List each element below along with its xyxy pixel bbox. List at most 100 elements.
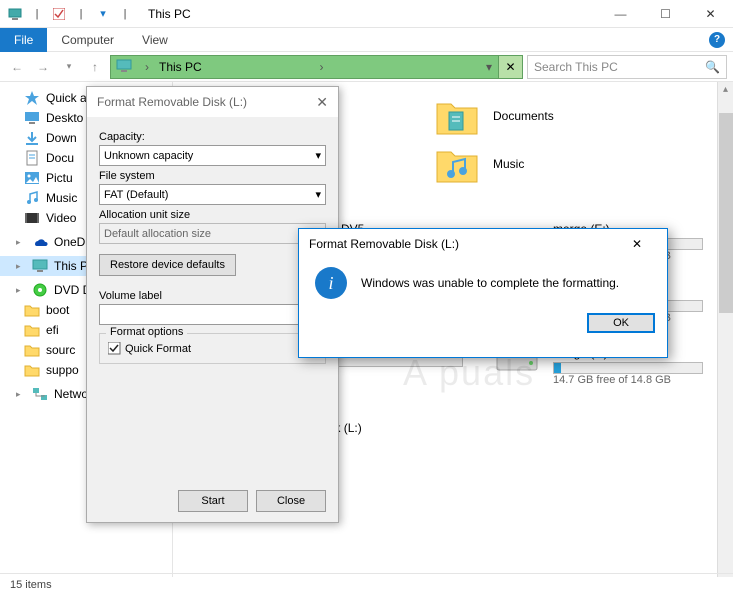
sidebar-item-label: boot: [46, 303, 69, 317]
back-button[interactable]: ←: [6, 56, 28, 78]
navigation-bar: ← → ▾ ↑ › This PC › ▾ ✕ Search This PC 🔍: [0, 52, 733, 82]
pc-icon: [32, 258, 48, 274]
help-icon[interactable]: ?: [709, 32, 725, 48]
chevron-right-icon[interactable]: ›: [139, 60, 155, 74]
allocation-select[interactable]: Default allocation size: [99, 223, 326, 244]
checkbox-checked-icon: [108, 342, 121, 355]
drive-capacity: 14.7 GB free of 14.8 GB: [553, 374, 703, 386]
tab-view[interactable]: View: [128, 29, 182, 51]
format-options-title: Format options: [106, 326, 187, 338]
folder-name: Documents: [493, 109, 554, 123]
address-bar[interactable]: › This PC › ▾ ✕: [110, 55, 523, 79]
capacity-bar: [553, 362, 703, 374]
music-icon: [24, 190, 40, 206]
start-button[interactable]: Start: [178, 490, 248, 512]
titlebar: | | ▾ | This PC — ☐ ✕: [0, 0, 733, 28]
window-controls: — ☐ ✕: [598, 0, 733, 28]
sidebar-item-label: efi: [46, 323, 59, 337]
divider: |: [28, 5, 46, 23]
capacity-select[interactable]: Unknown capacity▾: [99, 145, 326, 166]
sidebar-item-label: Music: [46, 191, 77, 205]
folder-icon: [24, 322, 40, 338]
format-dialog-title: Format Removable Disk (L:) ✕: [87, 87, 338, 117]
dropdown-icon[interactable]: ▾: [94, 5, 112, 23]
maximize-button[interactable]: ☐: [643, 0, 688, 28]
doc-icon: [24, 150, 40, 166]
chevron-right-icon: ▸: [16, 261, 26, 272]
video-icon: [24, 210, 40, 226]
folder-icon: [433, 140, 481, 188]
volume-label-label: Volume label: [99, 290, 326, 302]
chevron-right-icon: ▸: [16, 237, 26, 248]
status-bar: 15 items: [0, 573, 733, 595]
item-count: 15 items: [10, 579, 52, 591]
chevron-down-icon: ▾: [315, 149, 321, 162]
tab-computer[interactable]: Computer: [47, 29, 128, 51]
scrollbar-thumb[interactable]: [719, 113, 733, 313]
search-input[interactable]: Search This PC 🔍: [527, 55, 727, 79]
folder-item[interactable]: Music: [433, 140, 653, 188]
close-button[interactable]: Close: [256, 490, 326, 512]
chevron-right-icon[interactable]: ›: [313, 60, 329, 74]
sidebar-item-label: Docu: [46, 151, 74, 165]
format-options-group: Format options Quick Format: [99, 333, 326, 364]
divider: |: [116, 5, 134, 23]
minimize-button[interactable]: —: [598, 0, 643, 28]
error-message: Windows was unable to complete the forma…: [361, 276, 619, 290]
error-dialog-titlebar: Format Removable Disk (L:) ✕: [299, 229, 667, 259]
desktop-icon: [24, 110, 40, 126]
forward-button[interactable]: →: [32, 56, 54, 78]
ribbon: File Computer View ?: [0, 28, 733, 52]
ok-button[interactable]: OK: [587, 313, 655, 333]
close-icon[interactable]: ✕: [316, 94, 328, 111]
refresh-button[interactable]: ✕: [498, 56, 522, 78]
divider: |: [72, 5, 90, 23]
quick-access-toolbar: | | ▾ |: [0, 5, 140, 23]
restore-defaults-button[interactable]: Restore device defaults: [99, 254, 236, 276]
filesystem-label: File system: [99, 170, 326, 182]
star-icon: [24, 90, 40, 106]
recent-dropdown[interactable]: ▾: [58, 56, 80, 78]
checkbox-icon[interactable]: [50, 5, 68, 23]
network-icon: [32, 386, 48, 402]
sidebar-item-label: suppo: [46, 363, 79, 377]
quick-format-checkbox[interactable]: Quick Format: [108, 342, 317, 355]
sidebar-item-label: Pictu: [46, 171, 73, 185]
scrollbar[interactable]: ▴: [717, 82, 733, 577]
error-dialog-title: Format Removable Disk (L:): [309, 237, 459, 251]
window-title: This PC: [140, 7, 598, 21]
sidebar-item-label: Video: [46, 211, 76, 225]
chevron-down-icon: ▾: [315, 188, 321, 201]
sidebar-item-label: sourc: [46, 343, 75, 357]
dvd-icon: [32, 282, 48, 298]
search-placeholder: Search This PC: [534, 60, 618, 74]
pic-icon: [24, 170, 40, 186]
history-dropdown[interactable]: ▾: [480, 60, 498, 74]
close-button[interactable]: ✕: [617, 230, 657, 258]
filesystem-select[interactable]: FAT (Default)▾: [99, 184, 326, 205]
capacity-label: Capacity:: [99, 131, 326, 143]
close-button[interactable]: ✕: [688, 0, 733, 28]
folder-name: Music: [493, 157, 524, 171]
folder-item[interactable]: Documents: [433, 92, 653, 140]
up-button[interactable]: ↑: [84, 56, 106, 78]
folder-icon: [24, 342, 40, 358]
down-icon: [24, 130, 40, 146]
sidebar-item-label: Quick a: [46, 91, 87, 105]
pc-icon: [6, 5, 24, 23]
folder-icon: [24, 362, 40, 378]
chevron-right-icon: ▸: [16, 389, 26, 400]
scroll-up-icon[interactable]: ▴: [718, 82, 733, 97]
sidebar-item-label: Down: [46, 131, 77, 145]
search-icon: 🔍: [705, 60, 720, 74]
folder-icon: [433, 92, 481, 140]
allocation-label: Allocation unit size: [99, 209, 326, 221]
pc-icon: [115, 59, 135, 75]
address-text: This PC: [155, 60, 313, 74]
file-tab[interactable]: File: [0, 28, 47, 52]
volume-label-input[interactable]: [99, 304, 326, 325]
error-dialog: Format Removable Disk (L:) ✕ i Windows w…: [298, 228, 668, 358]
chevron-right-icon: ▸: [16, 285, 26, 296]
folder-icon: [24, 302, 40, 318]
info-icon: i: [315, 267, 347, 299]
